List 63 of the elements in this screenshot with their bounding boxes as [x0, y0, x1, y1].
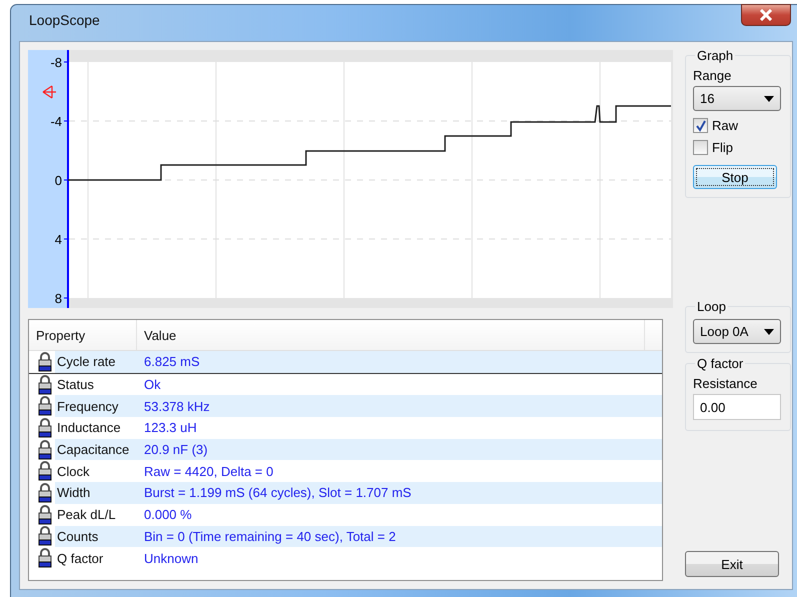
table-row[interactable]: Clock Raw = 4420, Delta = 0 — [29, 460, 662, 482]
padlock-icon — [37, 482, 53, 503]
caret-icon — [764, 328, 774, 334]
property-value: Bin = 0 (Time remaining = 40 sec), Total = 2 — [144, 528, 396, 544]
checkbox-label: Raw — [712, 118, 738, 133]
padlock-icon — [37, 526, 53, 546]
axis-label: -4 — [50, 114, 62, 129]
property-name: Peak dL/L — [57, 507, 117, 522]
property-name: Counts — [57, 528, 100, 544]
padlock-icon — [37, 418, 53, 438]
table-row[interactable]: Status Ok — [29, 374, 662, 396]
padlock-icon — [37, 396, 53, 416]
range-label: Range — [693, 68, 732, 83]
group-title: Graph — [695, 48, 736, 63]
property-value: Unknown — [144, 550, 198, 566]
table-row[interactable]: Cycle rate 6.825 mS — [29, 351, 662, 374]
table-row[interactable]: Q factor Unknown — [29, 547, 662, 569]
close-button[interactable] — [741, 4, 791, 26]
close-icon — [757, 9, 775, 21]
stop-button[interactable]: Stop — [693, 165, 777, 189]
property-name: Clock — [57, 464, 91, 479]
padlock-icon — [37, 374, 53, 395]
padlock-icon — [37, 352, 53, 372]
property-value: Raw = 4420, Delta = 0 — [144, 464, 274, 479]
window-title: LoopScope — [28, 12, 100, 28]
range-dropdown[interactable]: 16 — [693, 86, 781, 111]
group-title: Q factor — [695, 356, 746, 371]
padlock-icon — [37, 504, 53, 525]
property-name: Width — [57, 485, 92, 500]
property-value: Burst = 1.199 mS (64 cycles), Slot = 1.707 mS — [144, 485, 412, 500]
exit-button[interactable]: Exit — [685, 551, 779, 577]
checkbox[interactable] — [693, 140, 708, 155]
resistance-label: Resistance — [693, 376, 758, 391]
property-name: Cycle rate — [57, 354, 117, 370]
axis-label: 4 — [54, 232, 62, 247]
padlock-icon — [37, 461, 53, 482]
property-value: 6.825 mS — [144, 354, 200, 370]
checkbox-label: Flip — [712, 140, 733, 155]
property-value: 0.000 % — [144, 507, 192, 522]
property-name: Frequency — [57, 398, 120, 414]
axis-label: 0 — [54, 173, 62, 188]
property-value: 20.9 nF (3) — [144, 442, 208, 458]
padlock-icon — [37, 440, 53, 460]
property-name: Capacitance — [57, 442, 130, 458]
column-header[interactable]: Value — [137, 320, 645, 350]
axis-label: -8 — [50, 55, 62, 70]
table-row[interactable]: Inductance 123.3 uH — [29, 417, 662, 439]
marker-arrow-icon[interactable] — [42, 85, 57, 99]
axis-label: 8 — [54, 291, 62, 306]
property-value: Ok — [144, 377, 161, 392]
column-header[interactable]: Property — [29, 320, 137, 350]
property-value: 53.378 kHz — [144, 398, 210, 414]
loop-dropdown[interactable]: Loop 0A — [693, 319, 781, 344]
table-row[interactable]: Peak dL/L 0.000 % — [29, 504, 662, 526]
padlock-icon — [37, 548, 53, 568]
caret-icon — [764, 96, 774, 102]
property-name: Q factor — [57, 550, 104, 566]
property-name: Status — [57, 377, 95, 392]
group-title: Loop — [695, 299, 728, 314]
resistance-field[interactable]: 0.00 — [693, 394, 781, 420]
property-value: 123.3 uH — [144, 420, 197, 436]
checkbox[interactable] — [693, 118, 708, 133]
property-name: Inductance — [57, 420, 122, 436]
